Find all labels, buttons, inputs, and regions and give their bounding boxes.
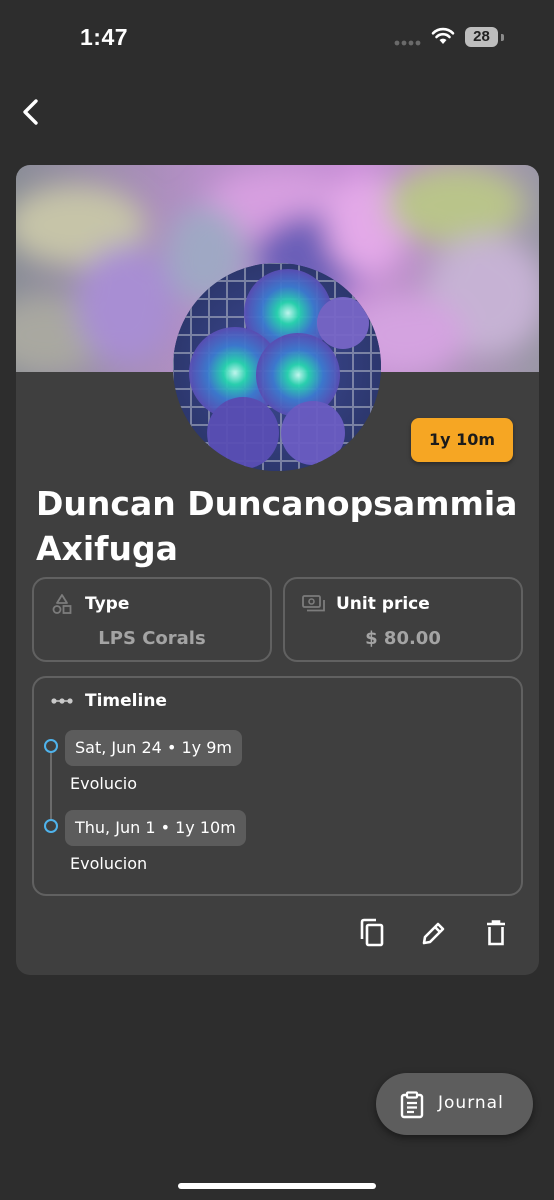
battery-tip [501,34,504,41]
home-indicator [178,1183,376,1189]
type-value: LPS Corals [98,628,206,649]
timeline-entry-date[interactable]: Sat, Jun 24 • 1y 9m [65,730,242,766]
clipboard-icon [400,1091,424,1119]
shapes-icon [52,594,72,614]
delete-button[interactable] [478,915,514,951]
timeline-entry-note: Evolucio [70,774,137,793]
timeline-dot [44,819,58,833]
timeline-dot [44,739,58,753]
pencil-icon [422,922,445,945]
timeline-title: Timeline [85,691,167,711]
type-info: Type LPS Corals [32,577,272,662]
unit-price-value: $ 80.00 [365,628,441,649]
coral-name: Duncan Duncanopsammia Axifuga [36,484,518,568]
edit-button[interactable] [416,915,452,951]
timeline-entry-note: Evolucion [70,854,148,873]
cellular-signal-icon [394,40,421,46]
status-time: 1:47 [80,24,129,50]
chevron-left-icon [23,99,38,125]
journal-button[interactable]: Journal [376,1073,533,1135]
copy-icon [360,918,384,947]
timeline-section: Timeline Sat, Jun 24 • 1y 9m Evolucio Th… [32,676,523,896]
status-bar: 1:47 28 [0,0,554,75]
trash-icon [487,920,505,946]
unit-price-info: Unit price $ 80.00 [283,577,523,662]
timeline-entry-date[interactable]: Thu, Jun 1 • 1y 10m [65,810,246,846]
timeline-icon [51,698,73,704]
duplicate-button[interactable] [354,915,390,951]
unit-price-label: Unit price [336,594,430,614]
type-label: Type [85,594,130,614]
coral-card: 1y 10m Duncan Duncanopsammia Axifuga Typ… [16,165,539,975]
journal-label: Journal [438,1093,504,1113]
coral-photo [173,263,381,471]
back-button[interactable] [14,94,50,130]
wifi-icon [431,27,455,44]
battery-indicator: 28 [465,27,498,47]
timeline-line [50,746,52,827]
money-icon [302,595,325,612]
age-badge: 1y 10m [411,418,513,462]
